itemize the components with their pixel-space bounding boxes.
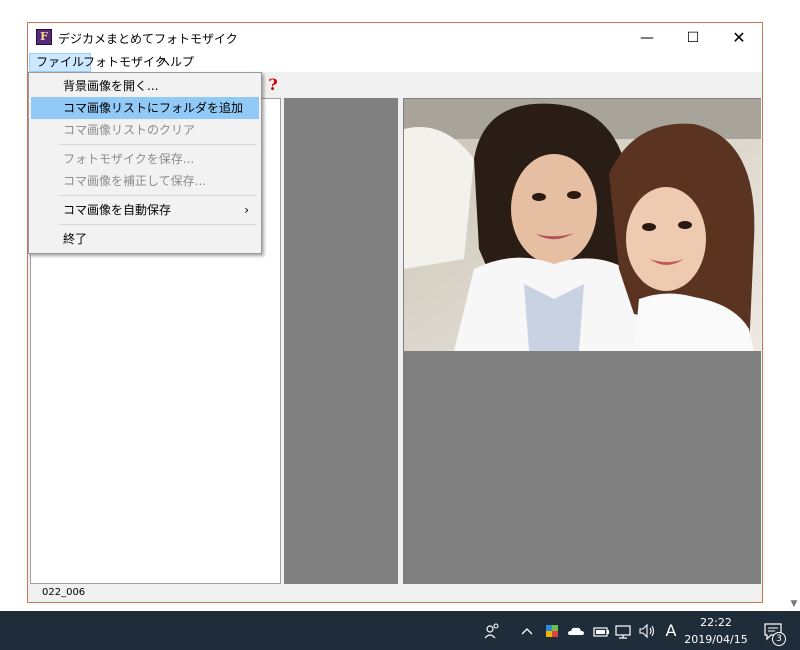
menu-bar: ファイル フォトモザイク ヘルプ [28,53,762,72]
scroll-down-arrow-icon[interactable]: ▼ [788,598,800,610]
network-icon[interactable] [614,621,632,641]
clock-date[interactable]: 2019/04/15 [684,633,748,646]
submenu-arrow-icon: › [244,203,249,217]
menu-item-auto-save[interactable]: コマ画像を自動保存 › [31,199,259,221]
clock-time[interactable]: 22:22 [690,616,742,629]
ime-indicator[interactable]: A [664,621,678,641]
mosaic-view-pane[interactable] [403,98,761,584]
status-text: 022_006 [42,587,86,598]
title-bar[interactable]: F デジカメまとめてフォトモザイク — ☐ ✕ [28,23,762,53]
menu-item-auto-save-label: コマ画像を自動保存 [63,203,172,217]
minimize-button[interactable]: — [624,23,670,53]
close-button[interactable]: ✕ [716,23,762,53]
menu-separator [59,144,257,145]
menu-separator [59,195,257,196]
menu-item-add-folder[interactable]: コマ画像リストにフォルダを追加 [31,97,259,119]
menu-separator [59,224,257,225]
security-icon[interactable] [544,621,560,641]
chevron-up-icon[interactable] [519,621,535,641]
taskbar: A 22:22 2019/04/15 3 [0,611,800,650]
app-icon[interactable]: F [36,29,52,45]
volume-icon[interactable] [638,621,658,641]
photo-image [404,99,761,351]
menu-item-exit[interactable]: 終了 [31,228,259,250]
battery-icon[interactable] [592,621,610,641]
tile-preview-pane[interactable] [284,98,398,584]
menu-help[interactable]: ヘルプ [152,53,200,72]
menu-item-save-corrected: コマ画像を補正して保存... [63,174,207,188]
notification-count-badge: 3 [772,632,786,646]
help-question-icon[interactable]: ? [266,76,280,94]
onedrive-cloud-icon[interactable] [567,621,585,641]
background-photo [404,99,761,351]
people-icon[interactable] [483,621,501,641]
status-bar: 022_006 [28,585,762,602]
file-dropdown-menu: 背景画像を開く... コマ画像リストにフォルダを追加 コマ画像リストのクリア フ… [28,72,262,254]
window-title: デジカメまとめてフォトモザイク [58,32,238,46]
menu-item-clear-list: コマ画像リストのクリア [63,123,196,137]
menu-item-save-mosaic: フォトモザイクを保存... [63,152,195,166]
maximize-button[interactable]: ☐ [670,23,716,53]
menu-item-open-background[interactable]: 背景画像を開く... [31,75,259,97]
